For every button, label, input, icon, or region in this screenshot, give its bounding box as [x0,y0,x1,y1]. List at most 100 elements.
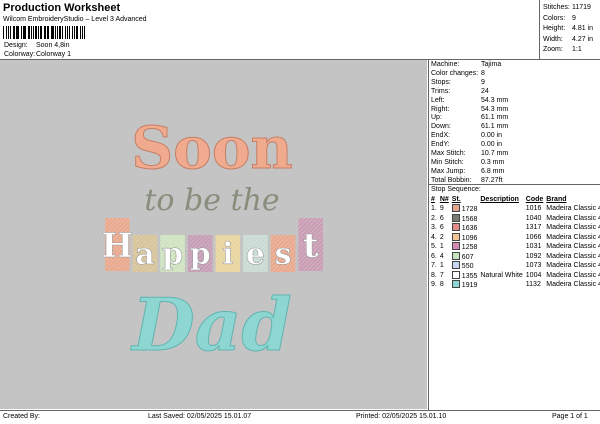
detail-value: 24 [481,87,489,95]
stitch-count: 1728 [461,206,478,214]
design-row: Design: Soon 4,8in [4,42,69,49]
brand-cell: Madeira Classic 40 [546,252,600,260]
code-cell: 1031 [525,243,542,251]
detail-row: Right: 54.3 mm [431,106,508,115]
brand-cell: Madeira Classic 40 [546,214,600,222]
code-cell: 1092 [525,252,542,260]
barcode-bar [62,26,64,39]
sequence-number: 3. [431,224,437,232]
detail-label: Min Stitch: [431,158,464,166]
design-label: Design: [4,42,28,49]
colorway-row: Colorway:Colorway 1 [4,51,71,58]
soon-text: Soon [131,114,292,182]
color-swatch [451,251,460,260]
detail-value: 9 [481,78,485,86]
barcode-bar [52,26,54,39]
stitch-count: 1258 [461,244,478,252]
brand-cell: Madeira Classic 40 [546,271,600,279]
stitch-cell: 550 [451,261,480,271]
tile-letter: i [222,237,233,272]
barcode-bar [20,26,22,39]
description-cell [479,233,524,243]
detail-value: 54.3 mm [481,96,509,104]
stat-label: Width: [543,35,563,43]
barcode-bar [50,26,52,39]
sequence-number: 6. [431,252,437,260]
code-cell: 1132 [525,281,541,289]
detail-value: 61.1 mm [481,114,509,122]
design-preview: Soon to be the Happiest Dad [0,60,427,409]
barcode-bar [30,26,32,39]
stat-value: 4.81 in [572,25,594,32]
column-header: # [431,196,435,203]
printed-date: Printed: 02/05/2025 15.01.10 [356,413,447,420]
code-cell: 1073 [525,262,542,270]
detail-label: Trims: [431,87,451,95]
sequence-number: 9. [431,281,437,289]
description-cell [479,214,524,224]
stitch-count: 607 [461,253,474,261]
color-swatch [451,270,460,279]
description-cell [479,204,524,214]
stitch-cell: 1258 [451,242,480,252]
stitch-cell: 1568 [451,213,480,224]
detail-value: Tajima [481,61,502,68]
stat-row: Width: 4.27 in [543,35,593,46]
detail-label: Total Bobbin: [431,176,472,184]
needle-number: 2 [439,233,444,241]
colorway-label: Colorway: [4,51,36,58]
detail-value: 10.7 mm [481,150,509,158]
detail-row: Min Stitch: 0.3 mm [431,159,508,168]
description-cell [479,280,524,290]
stat-label: Zoom: [543,46,563,53]
barcode-bar [54,26,56,39]
code-cell: 1317 [525,224,542,232]
sequence-number: 2. [431,214,437,222]
detail-value: 0.00 in [481,132,503,140]
barcode-bar [39,26,42,39]
detail-value: 61.1 mm [481,123,509,131]
code-cell: 1040 [525,214,542,222]
detail-row: Trims: 24 [431,88,508,97]
sequence-number: 5. [431,243,437,251]
detail-value: 0.00 in [481,141,503,149]
stitch-cell: 1636 [451,223,480,233]
stop-sequence-title: Stop Sequence: [431,186,481,193]
needle-number: 6 [439,224,444,232]
detail-label: Max Jump: [431,167,466,175]
description-cell [479,261,524,271]
table-row: 8. 7 1355 Natural White 1004 Madeira Classic … [430,270,600,281]
barcode [3,26,87,39]
detail-row: Stops: 9 [431,79,508,88]
sequence-number: 7. [431,262,437,270]
stitch-count: 1568 [461,215,478,223]
barcode-bar [15,26,17,39]
barcode-bar [8,26,9,39]
barcode-bar [80,26,81,39]
barcode-bar [3,26,4,39]
barcode-bar [17,26,19,39]
color-swatch [451,223,460,232]
stats-panel: Stitches: 11719 Colors: 9 Height: 4.81 in Widt… [543,3,593,56]
detail-row: EndY: 0.00 in [431,141,508,150]
barcode-bar [71,26,74,39]
stat-row: Height: 4.81 in [543,24,593,35]
column-header: Brand [546,196,567,203]
stitch-count: 1355 [461,272,478,280]
code-cell: 1004 [525,271,542,279]
detail-row: Up: 61.1 mm [431,114,508,123]
dad-text: Dad [130,282,291,367]
needle-number: 9 [439,205,444,213]
needle-number: 7 [439,271,444,279]
code-cell: 1066 [525,233,542,241]
stop-sequence-table: # N# St. Description Code Brand 1. 9 1728 1016 Ma… [430,195,600,290]
stat-row: Zoom: 1:1 [543,45,593,56]
last-saved: Last Saved: 02/05/2025 15.01.07 [148,413,252,420]
detail-row: Total Bobbin: 87.27ft [431,177,508,186]
table-row: 4. 2 1096 1066 Madeira Classic 40 [430,232,600,243]
embroidery-design: Soon to be the Happiest Dad [101,114,323,368]
footer-rule [0,410,600,411]
needle-number: 1 [439,243,444,251]
barcode-bar [81,26,83,39]
needle-number: 8 [439,281,444,289]
